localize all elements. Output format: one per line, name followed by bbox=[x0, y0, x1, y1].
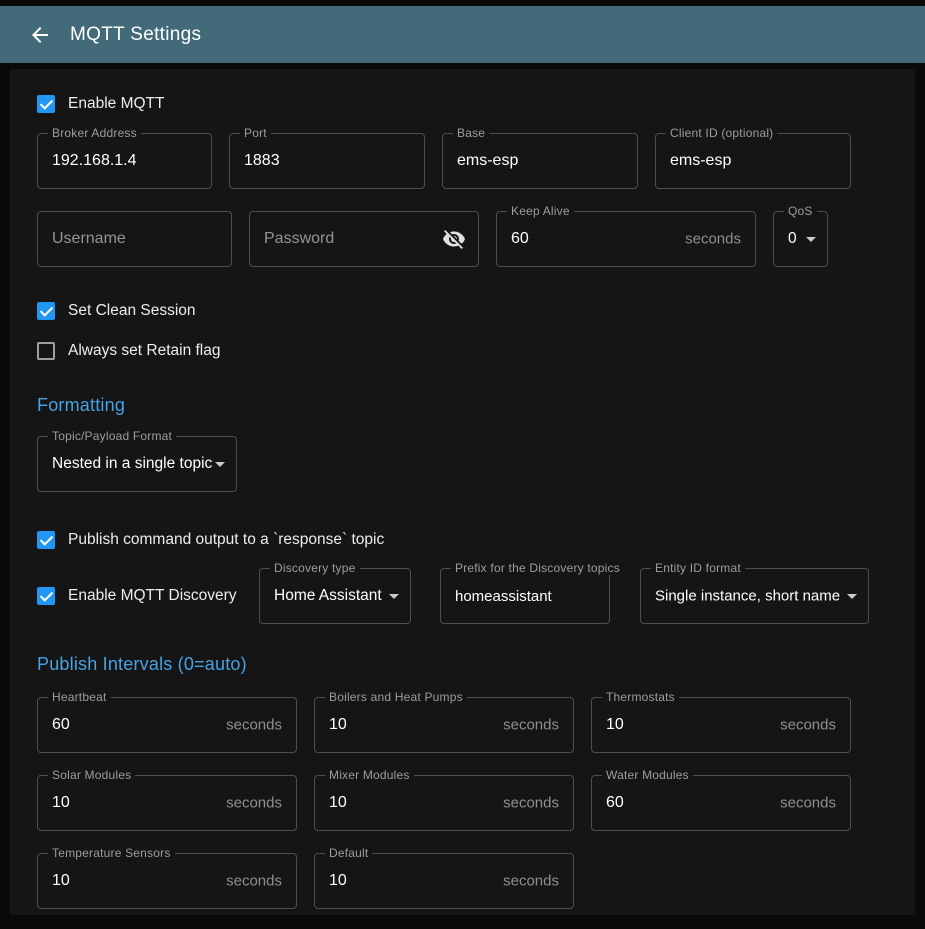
topic-format-value: Nested in a single topic bbox=[52, 455, 212, 473]
dropdown-caret-icon bbox=[215, 462, 225, 467]
port-label: Port bbox=[240, 126, 271, 140]
boilers-input[interactable] bbox=[315, 698, 573, 752]
thermostats-field[interactable]: Thermostats seconds bbox=[591, 697, 851, 753]
visibility-off-icon bbox=[442, 227, 466, 251]
dropdown-caret-icon bbox=[389, 594, 399, 599]
discovery-type-select[interactable]: Discovery type Home Assistant bbox=[259, 568, 411, 624]
port-field[interactable]: Port bbox=[229, 133, 425, 189]
port-input[interactable] bbox=[230, 134, 424, 188]
boilers-label: Boilers and Heat Pumps bbox=[325, 690, 467, 704]
client-id-field[interactable]: Client ID (optional) bbox=[655, 133, 851, 189]
topic-format-label: Topic/Payload Format bbox=[48, 429, 176, 443]
temperature-sensors-label: Temperature Sensors bbox=[48, 846, 175, 860]
water-label: Water Modules bbox=[602, 768, 693, 782]
toggle-password-visibility-button[interactable] bbox=[438, 223, 470, 255]
back-button[interactable] bbox=[24, 19, 56, 51]
keep-alive-input[interactable] bbox=[497, 212, 755, 266]
heartbeat-input[interactable] bbox=[38, 698, 296, 752]
mixer-input[interactable] bbox=[315, 776, 573, 830]
clean-session-checkbox[interactable] bbox=[37, 302, 55, 320]
client-id-input[interactable] bbox=[656, 134, 850, 188]
page-title: MQTT Settings bbox=[70, 24, 201, 46]
topic-format-select[interactable]: Topic/Payload Format Nested in a single … bbox=[37, 436, 237, 492]
water-input[interactable] bbox=[592, 776, 850, 830]
broker-address-input[interactable] bbox=[38, 134, 211, 188]
heartbeat-field[interactable]: Heartbeat seconds bbox=[37, 697, 297, 753]
arrow-back-icon bbox=[28, 23, 52, 47]
keep-alive-label: Keep Alive bbox=[507, 204, 574, 218]
password-field[interactable] bbox=[249, 211, 479, 267]
app-bar: MQTT Settings bbox=[0, 6, 925, 63]
broker-row: Broker Address Port Base Client ID (opti… bbox=[37, 133, 915, 189]
qos-label: QoS bbox=[784, 204, 817, 218]
intervals-grid: Heartbeat seconds Boilers and Heat Pumps… bbox=[37, 697, 915, 909]
default-interval-field[interactable]: Default seconds bbox=[314, 853, 574, 909]
enable-mqtt-checkbox[interactable] bbox=[37, 95, 55, 113]
entity-format-select[interactable]: Entity ID format Single instance, short … bbox=[640, 568, 869, 624]
discovery-type-label: Discovery type bbox=[270, 561, 360, 575]
clean-session-label: Set Clean Session bbox=[68, 302, 196, 320]
enable-discovery-row[interactable]: Enable MQTT Discovery bbox=[37, 587, 259, 605]
solar-label: Solar Modules bbox=[48, 768, 135, 782]
discovery-row: Enable MQTT Discovery Discovery type Hom… bbox=[37, 568, 915, 624]
enable-mqtt-label: Enable MQTT bbox=[68, 95, 164, 113]
base-label: Base bbox=[453, 126, 489, 140]
discovery-prefix-field[interactable]: Prefix for the Discovery topics bbox=[440, 568, 610, 624]
discovery-type-value: Home Assistant bbox=[274, 587, 382, 605]
username-field[interactable] bbox=[37, 211, 232, 267]
discovery-prefix-input[interactable] bbox=[441, 569, 609, 623]
solar-field[interactable]: Solar Modules seconds bbox=[37, 775, 297, 831]
base-input[interactable] bbox=[443, 134, 637, 188]
default-interval-label: Default bbox=[325, 846, 372, 860]
publish-response-row[interactable]: Publish command output to a `response` t… bbox=[37, 520, 915, 560]
publish-response-label: Publish command output to a `response` t… bbox=[68, 531, 384, 549]
publish-response-checkbox[interactable] bbox=[37, 531, 55, 549]
entity-format-label: Entity ID format bbox=[651, 561, 745, 575]
retain-flag-checkbox[interactable] bbox=[37, 342, 55, 360]
client-id-label: Client ID (optional) bbox=[666, 126, 777, 140]
temperature-sensors-input[interactable] bbox=[38, 854, 296, 908]
mixer-label: Mixer Modules bbox=[325, 768, 414, 782]
enable-mqtt-row[interactable]: Enable MQTT bbox=[37, 95, 915, 113]
enable-discovery-checkbox[interactable] bbox=[37, 587, 55, 605]
dropdown-caret-icon bbox=[806, 237, 816, 242]
publish-intervals-heading: Publish Intervals (0=auto) bbox=[37, 654, 915, 675]
solar-input[interactable] bbox=[38, 776, 296, 830]
entity-format-value: Single instance, short name bbox=[655, 588, 840, 605]
credentials-row: Keep Alive seconds QoS 0 bbox=[37, 211, 915, 267]
discovery-prefix-label: Prefix for the Discovery topics bbox=[451, 561, 624, 575]
broker-address-field[interactable]: Broker Address bbox=[37, 133, 212, 189]
formatting-heading: Formatting bbox=[37, 395, 915, 416]
clean-session-row[interactable]: Set Clean Session bbox=[37, 291, 915, 331]
retain-flag-row[interactable]: Always set Retain flag bbox=[37, 331, 915, 371]
thermostats-label: Thermostats bbox=[602, 690, 679, 704]
retain-flag-label: Always set Retain flag bbox=[68, 342, 221, 360]
username-input[interactable] bbox=[38, 212, 231, 266]
mixer-field[interactable]: Mixer Modules seconds bbox=[314, 775, 574, 831]
temperature-sensors-field[interactable]: Temperature Sensors seconds bbox=[37, 853, 297, 909]
base-field[interactable]: Base bbox=[442, 133, 638, 189]
content-panel: Enable MQTT Broker Address Port Base Cli… bbox=[10, 69, 915, 915]
qos-value: 0 bbox=[788, 230, 797, 248]
boilers-field[interactable]: Boilers and Heat Pumps seconds bbox=[314, 697, 574, 753]
water-field[interactable]: Water Modules seconds bbox=[591, 775, 851, 831]
broker-address-label: Broker Address bbox=[48, 126, 141, 140]
default-interval-input[interactable] bbox=[315, 854, 573, 908]
keep-alive-field[interactable]: Keep Alive seconds bbox=[496, 211, 756, 267]
thermostats-input[interactable] bbox=[592, 698, 850, 752]
heartbeat-label: Heartbeat bbox=[48, 690, 111, 704]
qos-select[interactable]: QoS 0 bbox=[773, 211, 828, 267]
dropdown-caret-icon bbox=[847, 594, 857, 599]
enable-discovery-label: Enable MQTT Discovery bbox=[68, 587, 237, 605]
